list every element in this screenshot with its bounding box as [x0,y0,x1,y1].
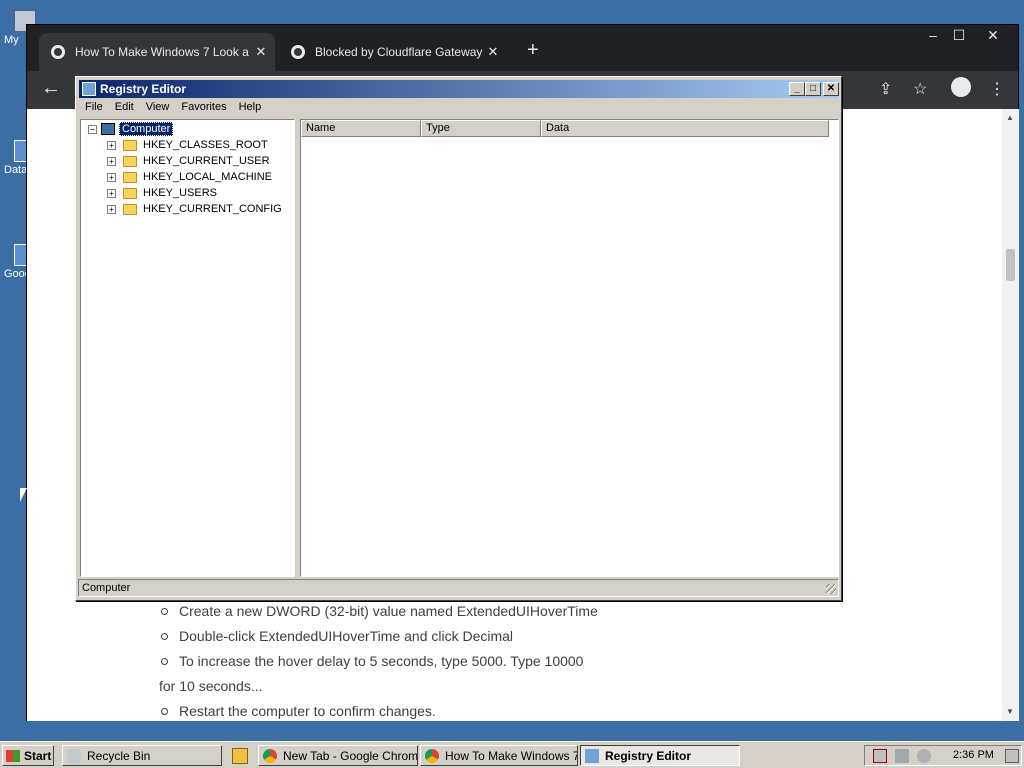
column-header-name[interactable]: Name [301,120,421,137]
back-button[interactable]: ← [41,77,61,100]
tree-node-label: HKEY_USERS [143,187,217,199]
tree-node-label: HKEY_CURRENT_USER [143,155,270,167]
tab-close-icon[interactable]: ✕ [251,44,271,60]
list-item: To increase the hover delay to 5 seconds… [159,649,598,674]
list-item: Restart the computer to confirm changes. [159,699,598,724]
expand-icon[interactable]: + [107,172,116,182]
taskbar-button-label: Recycle Bin [87,748,151,763]
taskbar-button-label: New Tab - Google Chrome [283,748,418,763]
tab-strip: How To Make Windows 7 Look a ✕ Blocked b… [27,25,1018,71]
scrollbar-thumb[interactable] [1006,249,1015,281]
network-icon[interactable] [895,749,909,763]
start-button[interactable]: Start [2,745,54,766]
recycle-bin-icon [67,748,81,763]
tree-node-hkey-current-config[interactable]: + HKEY_CURRENT_CONFIG [107,201,282,217]
tree-node-label: Computer [119,122,174,136]
tree-node-hkey-users[interactable]: + HKEY_USERS [107,185,217,201]
chrome-icon [425,748,439,763]
system-tray: 2:36 PM [864,745,1022,766]
menu-help[interactable]: Help [233,99,268,117]
kebab-menu-icon[interactable]: ⋮ [989,79,1005,99]
tab-how-to-make-windows-7[interactable]: How To Make Windows 7 Look a ✕ [39,33,275,71]
folder-icon [123,203,137,215]
computer-icon [101,123,115,135]
registry-editor-icon [82,82,96,96]
clock: 2:36 PM [953,749,994,761]
tab-close-icon[interactable]: ✕ [483,44,503,60]
page-scrollbar[interactable]: ▲ ▼ [1002,109,1019,721]
scroll-up-arrow-icon[interactable]: ▲ [1006,113,1014,122]
taskbar-button-new-tab-chrome[interactable]: New Tab - Google Chrome [258,745,418,766]
close-button[interactable]: ✕ [977,25,1009,45]
folder-icon [123,139,137,151]
expand-icon[interactable]: + [107,204,116,214]
taskbar-button-recycle-bin[interactable]: Recycle Bin [62,745,222,766]
folder-icon [123,155,137,167]
share-icon[interactable]: ⇪ [879,79,892,99]
globe-icon [291,45,305,59]
taskbar-button-label: Registry Editor [605,748,692,763]
tree-node-computer[interactable]: − Computer [88,121,174,137]
status-text: Computer [82,582,131,594]
chrome-icon [263,748,277,763]
collapse-icon[interactable]: − [88,124,97,134]
quick-launch-media-icon[interactable] [232,748,248,764]
new-tab-button[interactable]: + [527,39,539,62]
windows-flag-icon [6,749,20,762]
title-bar[interactable]: Registry Editor _ □ ✕ [79,80,839,98]
values-list[interactable]: Name Type Data [300,119,839,577]
tree-node-hkey-local-machine[interactable]: + HKEY_LOCAL_MACHINE [107,169,272,185]
window-title: Registry Editor [100,82,187,96]
taskbar: Start Recycle Bin New Tab - Google Chrom… [0,741,1024,768]
tab-blocked-by-cloudflare[interactable]: Blocked by Cloudflare Gateway ✕ [279,33,507,71]
menu-file[interactable]: File [79,99,109,117]
tree-node-label: HKEY_CLASSES_ROOT [143,139,268,151]
globe-icon [51,45,65,59]
menu-favorites[interactable]: Favorites [175,99,232,117]
expand-icon[interactable]: + [107,140,116,150]
folder-icon [123,187,137,199]
bookmark-star-icon[interactable]: ☆ [913,79,927,99]
registry-editor-icon [585,748,599,763]
volume-icon[interactable] [917,749,931,763]
tree-node-hkey-classes-root[interactable]: + HKEY_CLASSES_ROOT [107,137,268,153]
list-item-continuation: for 10 seconds... [159,678,263,694]
menu-view[interactable]: View [140,99,176,117]
minimize-button[interactable]: _ [789,82,805,96]
registry-editor-window: Registry Editor _ □ ✕ File Edit View Fav… [75,76,842,601]
tree-node-label: HKEY_CURRENT_CONFIG [143,203,282,215]
profile-avatar-icon[interactable] [951,77,971,97]
status-bar: Computer [78,579,839,597]
expand-icon[interactable]: + [107,156,116,166]
taskbar-button-registry-editor[interactable]: Registry Editor [580,745,740,766]
column-header-data[interactable]: Data [541,120,829,137]
maximize-button[interactable]: ☐ [943,25,975,45]
article-list: Create a new DWORD (32-bit) value named … [159,599,598,724]
menu-bar: File Edit View Favorites Help [79,99,267,117]
menu-edit[interactable]: Edit [109,99,140,117]
registry-tree[interactable]: − Computer + HKEY_CLASSES_ROOT + HKEY_CU… [80,119,295,577]
scroll-down-arrow-icon[interactable]: ▼ [1006,707,1014,716]
taskbar-button-label: How To Make Windows 7... [445,748,578,763]
tab-title: Blocked by Cloudflare Gateway [315,45,483,59]
start-label: Start [24,748,52,763]
taskbar-button-how-to-make-windows-7[interactable]: How To Make Windows 7... [420,745,578,766]
maximize-button[interactable]: □ [805,82,821,96]
list-item: Double-click ExtendedUIHoverTime and cli… [159,624,598,649]
close-button[interactable]: ✕ [823,82,839,96]
resize-grip-icon[interactable] [826,584,836,594]
tab-title: How To Make Windows 7 Look a [75,45,249,59]
show-desktop-icon[interactable] [1005,749,1019,763]
folder-icon [123,171,137,183]
mouse-cursor-icon [20,488,27,502]
column-header-type[interactable]: Type [421,120,541,137]
security-alert-icon[interactable] [873,749,887,763]
list-item: Create a new DWORD (32-bit) value named … [159,599,598,624]
tree-node-label: HKEY_LOCAL_MACHINE [143,171,272,183]
expand-icon[interactable]: + [107,188,116,198]
tree-node-hkey-current-user[interactable]: + HKEY_CURRENT_USER [107,153,270,169]
